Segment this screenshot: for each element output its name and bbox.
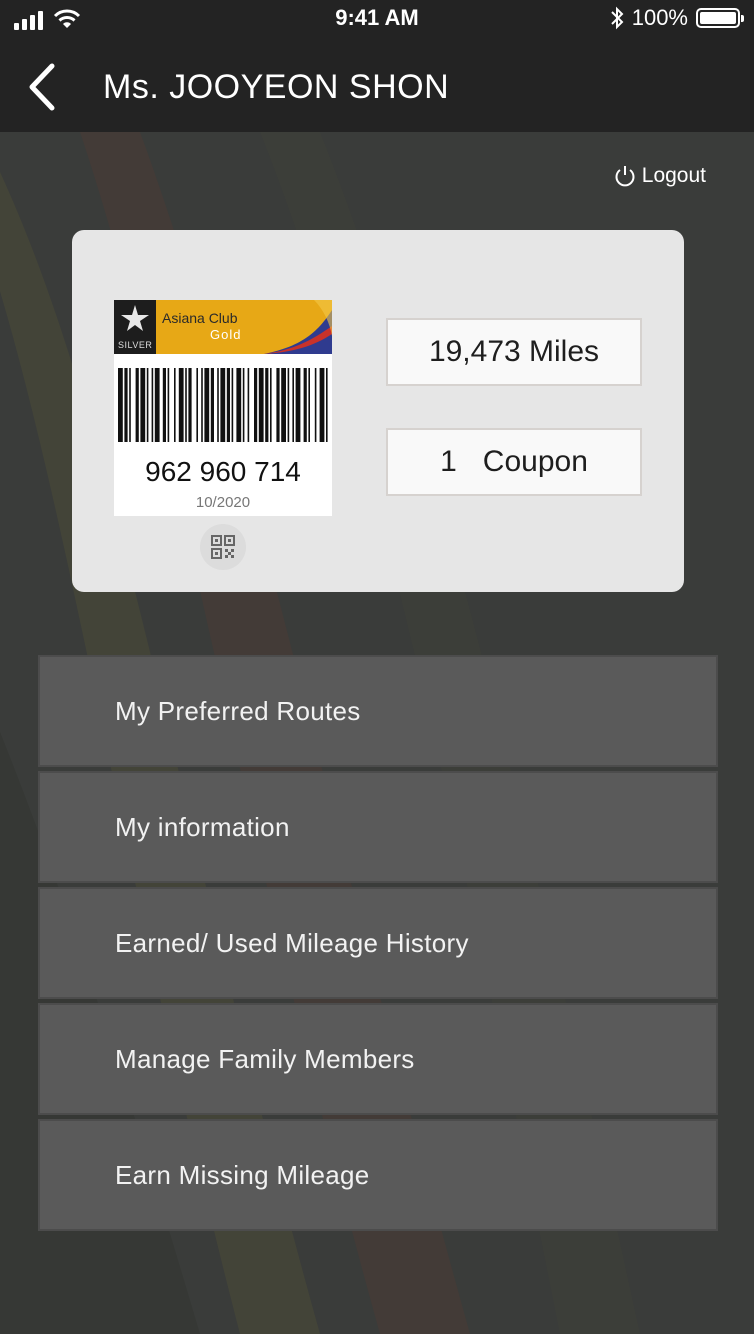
menu-item-label: Earned/ Used Mileage History <box>115 927 469 958</box>
barcode-bar <box>295 368 301 442</box>
barcode-bar <box>236 368 242 442</box>
star-alliance-logo: SILVER <box>114 300 156 354</box>
barcode-bar <box>188 368 192 442</box>
page-title: Ms. JOOYEON SHON <box>103 68 450 106</box>
barcode-bar <box>124 368 128 442</box>
menu-item-preferred-routes[interactable]: My Preferred Routes <box>38 655 718 767</box>
battery-icon <box>696 8 744 28</box>
menu-item-label: My Preferred Routes <box>115 695 361 726</box>
program-name: Asiana Club <box>162 310 238 326</box>
barcode-bar <box>287 368 290 442</box>
barcode-bar <box>154 368 160 442</box>
barcode-bar <box>231 368 234 442</box>
bluetooth-icon <box>611 6 624 30</box>
barcode-bar <box>254 368 258 442</box>
coupon-label: Coupon <box>482 445 588 478</box>
barcode-bar <box>276 368 280 442</box>
barcode-bar <box>217 368 219 442</box>
barcode-bar <box>135 368 139 442</box>
barcode-bar <box>185 368 187 442</box>
power-icon <box>615 166 635 187</box>
menu-item-label: Manage Family Members <box>115 1043 415 1074</box>
barcode-bar <box>314 368 317 442</box>
barcode-bar <box>242 368 245 442</box>
barcode-bar <box>129 368 131 442</box>
barcode-bar <box>196 368 198 442</box>
logout-button[interactable]: Logout <box>614 164 706 188</box>
barcode-bar <box>303 368 307 442</box>
battery-percent: 100% <box>631 5 688 30</box>
logout-label: Logout <box>641 164 706 187</box>
barcode-bar <box>308 368 310 442</box>
barcode-bar <box>140 368 146 442</box>
app-header: Ms. JOOYEON SHON <box>0 38 754 132</box>
barcode-bar <box>281 368 286 442</box>
barcode-bar <box>292 368 294 442</box>
qr-code-button[interactable] <box>200 524 246 570</box>
qr-code-icon <box>211 535 235 559</box>
barcode-bar <box>220 368 226 442</box>
barcode-bar <box>247 368 250 442</box>
membership-card[interactable]: SILVER Asiana Club Gold 962 960 714 10/2… <box>114 300 332 516</box>
tier-name: Gold <box>210 327 242 342</box>
barcode-bar <box>204 368 210 442</box>
back-chevron-icon[interactable] <box>22 62 62 112</box>
alliance-badge: SILVER <box>118 340 153 350</box>
barcode-bar <box>118 368 123 442</box>
barcode-bar <box>210 368 214 442</box>
barcode-bar <box>146 368 149 442</box>
menu-item-label: My information <box>115 811 290 842</box>
card-swoosh <box>264 300 332 354</box>
coupon-count: 1 <box>440 445 457 478</box>
barcode-bar <box>270 368 272 442</box>
barcode-bar <box>226 368 230 442</box>
barcode-bar <box>258 368 264 442</box>
barcode-bar <box>319 368 325 442</box>
coupon-button[interactable]: 1 Coupon <box>386 428 642 496</box>
barcode-bar <box>201 368 203 442</box>
barcode-bar <box>174 368 176 442</box>
menu-item-mileage-history[interactable]: Earned/ Used Mileage History <box>38 887 718 999</box>
barcode-bar <box>178 368 184 442</box>
menu-item-label: Earn Missing Mileage <box>115 1159 370 1190</box>
member-number: 962 960 714 <box>145 456 301 487</box>
barcode-bar <box>151 368 154 442</box>
barcode-bar <box>326 368 328 442</box>
barcode-bar <box>162 368 166 442</box>
miles-balance: 19,473 Miles <box>428 335 600 368</box>
barcode <box>118 368 328 442</box>
card-expiry: 10/2020 <box>195 494 251 511</box>
star-alliance-icon <box>121 305 149 331</box>
miles-balance-button[interactable]: 19,473 Miles <box>386 318 642 386</box>
account-menu: My Preferred Routes My information Earne… <box>38 655 718 1235</box>
menu-item-family-members[interactable]: Manage Family Members <box>38 1003 718 1115</box>
barcode-bar <box>265 368 269 442</box>
barcode-bar <box>167 368 170 442</box>
status-bar: 9:41 AM 100% <box>0 0 754 38</box>
menu-item-my-information[interactable]: My information <box>38 771 718 883</box>
membership-panel: SILVER Asiana Club Gold 962 960 714 10/2… <box>72 230 684 592</box>
menu-item-missing-mileage[interactable]: Earn Missing Mileage <box>38 1119 718 1231</box>
